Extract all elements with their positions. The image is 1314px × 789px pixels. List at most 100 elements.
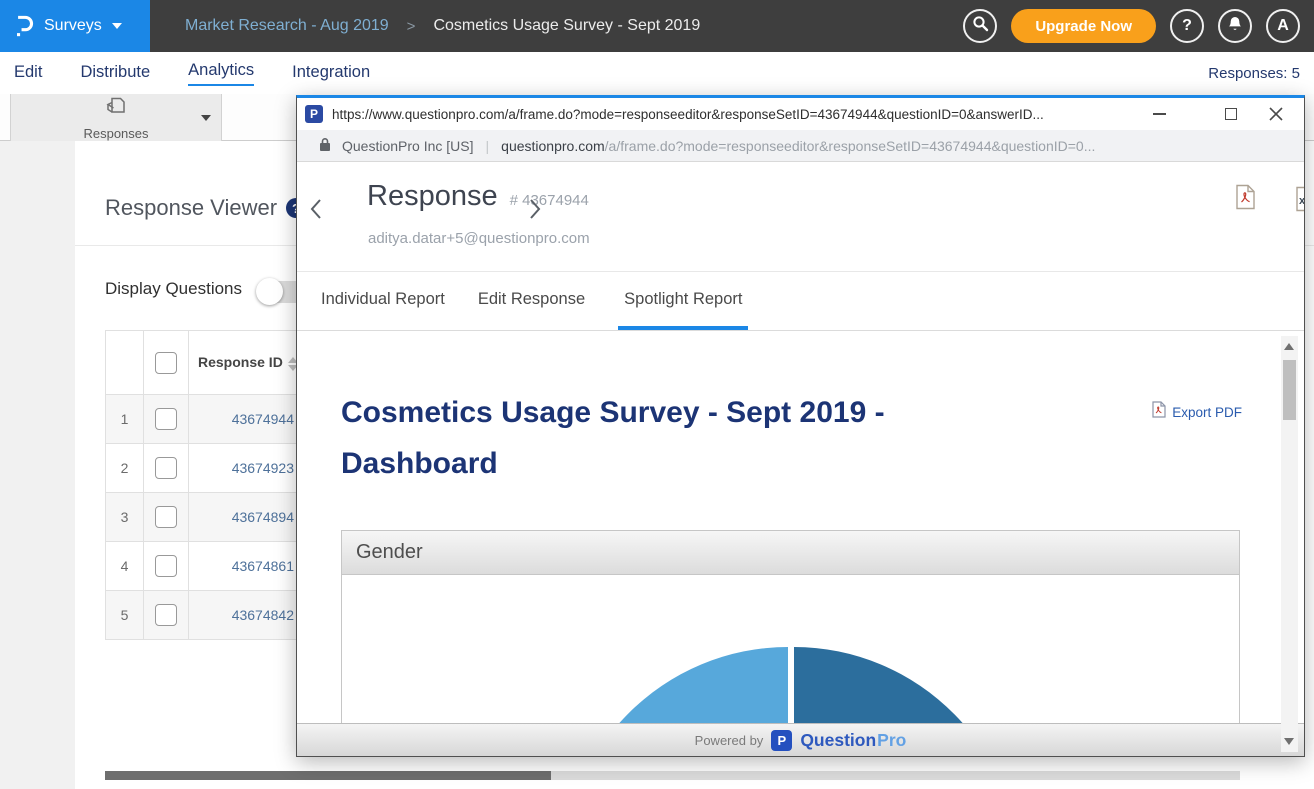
previous-response-button[interactable] (310, 198, 322, 225)
top-bar: Surveys Market Research - Aug 2019 > Cos… (0, 0, 1314, 52)
response-editor-popup: P https://www.questionpro.com/a/frame.do… (296, 95, 1305, 757)
row-number: 3 (106, 493, 144, 542)
security-org-label: QuestionPro Inc [US] (342, 138, 474, 154)
response-id-label: # 43674944 (510, 192, 589, 209)
response-id-link[interactable]: 43674894 (189, 493, 301, 542)
row-number: 5 (106, 591, 144, 640)
page-title: Response Viewer ? (105, 195, 306, 221)
row-checkbox[interactable] (155, 506, 177, 528)
viewer-title-text: Response Viewer (105, 195, 277, 221)
responses-count: Responses: 5 (1208, 65, 1300, 82)
breadcrumb-separator: > (407, 18, 416, 35)
popup-title-url: https://www.questionpro.com/a/frame.do?m… (332, 107, 1151, 122)
minimize-button[interactable] (1151, 106, 1167, 122)
nav-item-edit[interactable]: Edit (14, 63, 42, 84)
row-checkbox[interactable] (155, 408, 177, 430)
address-domain: questionpro.com (501, 138, 605, 154)
search-icon (972, 15, 989, 37)
questionpro-logo-icon (14, 14, 34, 38)
horizontal-scrollbar[interactable] (105, 771, 1240, 780)
pdf-icon (1152, 401, 1166, 423)
powered-by-label: Powered by (695, 733, 764, 748)
bell-icon (1227, 15, 1243, 37)
breadcrumb: Market Research - Aug 2019 > Cosmetics U… (185, 0, 700, 52)
maximize-button[interactable] (1223, 106, 1239, 122)
export-pdf-label: Export PDF (1172, 405, 1242, 420)
topbar-actions: Upgrade Now ? A (963, 0, 1300, 52)
gender-section: Gender (341, 530, 1240, 723)
tab-individual-report[interactable]: Individual Report (321, 272, 445, 330)
upgrade-now-button[interactable]: Upgrade Now (1011, 9, 1156, 43)
gender-pie-chart (561, 647, 1021, 723)
powered-by-footer: Powered by P Question Pro (297, 723, 1304, 756)
response-id-link[interactable]: 43674842 (189, 591, 301, 640)
scrollbar-thumb[interactable] (1283, 360, 1296, 420)
popup-title-bar[interactable]: P https://www.questionpro.com/a/frame.do… (297, 98, 1304, 130)
responses-icon (103, 95, 129, 125)
gender-section-header: Gender (342, 531, 1239, 575)
tab-spotlight-report[interactable]: Spotlight Report (618, 272, 748, 330)
address-bar[interactable]: QuestionPro Inc [US] | questionpro.com /… (297, 130, 1304, 162)
display-questions-label: Display Questions (105, 279, 242, 299)
close-icon[interactable] (1268, 106, 1284, 122)
row-number: 4 (106, 542, 144, 591)
display-questions-toggle-knob[interactable] (256, 278, 283, 305)
row-checkbox[interactable] (155, 604, 177, 626)
pdf-export-icon[interactable] (1235, 184, 1256, 215)
gender-chart-area (342, 575, 1239, 723)
brand-question: Question (800, 730, 876, 751)
lock-icon (319, 137, 331, 155)
respondent-email: aditya.datar+5@questionpro.com (368, 230, 590, 247)
dashboard-heading: Cosmetics Usage Survey - Sept 2019 - Das… (341, 387, 885, 489)
scroll-down-icon[interactable] (1284, 738, 1294, 745)
select-all-checkbox[interactable] (155, 352, 177, 374)
response-title: Response (367, 180, 498, 213)
next-response-button[interactable] (529, 198, 541, 225)
nav-item-integration[interactable]: Integration (292, 63, 370, 84)
pie-slice-right[interactable] (794, 647, 1021, 723)
brand-pro: Pro (877, 730, 906, 751)
spotlight-report-body: Export PDF Cosmetics Usage Survey - Sept… (297, 331, 1304, 723)
breadcrumb-survey: Cosmetics Usage Survey - Sept 2019 (433, 17, 700, 35)
svg-text:x: x (1299, 195, 1304, 207)
tab-edit-response[interactable]: Edit Response (478, 272, 585, 330)
breadcrumb-folder-link[interactable]: Market Research - Aug 2019 (185, 17, 389, 35)
response-id-header[interactable]: Response ID (189, 331, 301, 395)
responses-tool-label: Responses (83, 126, 148, 141)
survey-nav: Edit Distribute Analytics Integration Re… (0, 52, 1314, 94)
notifications-button[interactable] (1218, 9, 1252, 43)
horizontal-scrollbar-thumb[interactable] (105, 771, 551, 780)
nav-item-analytics[interactable]: Analytics (188, 61, 254, 86)
response-tabs: Individual Report Edit Response Spotligh… (297, 272, 1304, 331)
address-path: /a/frame.do?mode=responseeditor&response… (605, 138, 1096, 154)
response-id-link[interactable]: 43674861 (189, 542, 301, 591)
dashboard-heading-line2: Dashboard (341, 438, 885, 489)
row-number-header (106, 331, 144, 395)
word-export-icon-partial[interactable]: x (1295, 186, 1304, 212)
scroll-up-icon[interactable] (1284, 343, 1294, 350)
row-checkbox[interactable] (155, 457, 177, 479)
popup-vertical-scrollbar[interactable] (1281, 336, 1298, 752)
address-separator: | (486, 138, 490, 154)
pie-slice-left[interactable] (561, 647, 788, 723)
chevron-down-icon (112, 23, 122, 29)
response-id-link[interactable]: 43674944 (189, 395, 301, 444)
surveys-menu[interactable]: Surveys (0, 0, 150, 52)
page-gutter (0, 141, 75, 789)
questionpro-logo-icon: P (771, 730, 792, 751)
response-id-header-label: Response ID (198, 354, 283, 370)
help-button[interactable]: ? (1170, 9, 1204, 43)
select-all-cell (144, 331, 189, 395)
questionpro-favicon: P (305, 105, 323, 123)
chevron-down-icon[interactable] (201, 115, 211, 121)
export-pdf-link[interactable]: Export PDF (1152, 401, 1242, 423)
surveys-label: Surveys (44, 17, 102, 35)
response-id-link[interactable]: 43674923 (189, 444, 301, 493)
response-title-row: Response # 43674944 (367, 180, 589, 213)
avatar[interactable]: A (1266, 9, 1300, 43)
nav-item-distribute[interactable]: Distribute (80, 63, 150, 84)
responses-tool-button[interactable]: Responses (10, 94, 222, 141)
row-checkbox[interactable] (155, 555, 177, 577)
row-number: 2 (106, 444, 144, 493)
search-button[interactable] (963, 9, 997, 43)
